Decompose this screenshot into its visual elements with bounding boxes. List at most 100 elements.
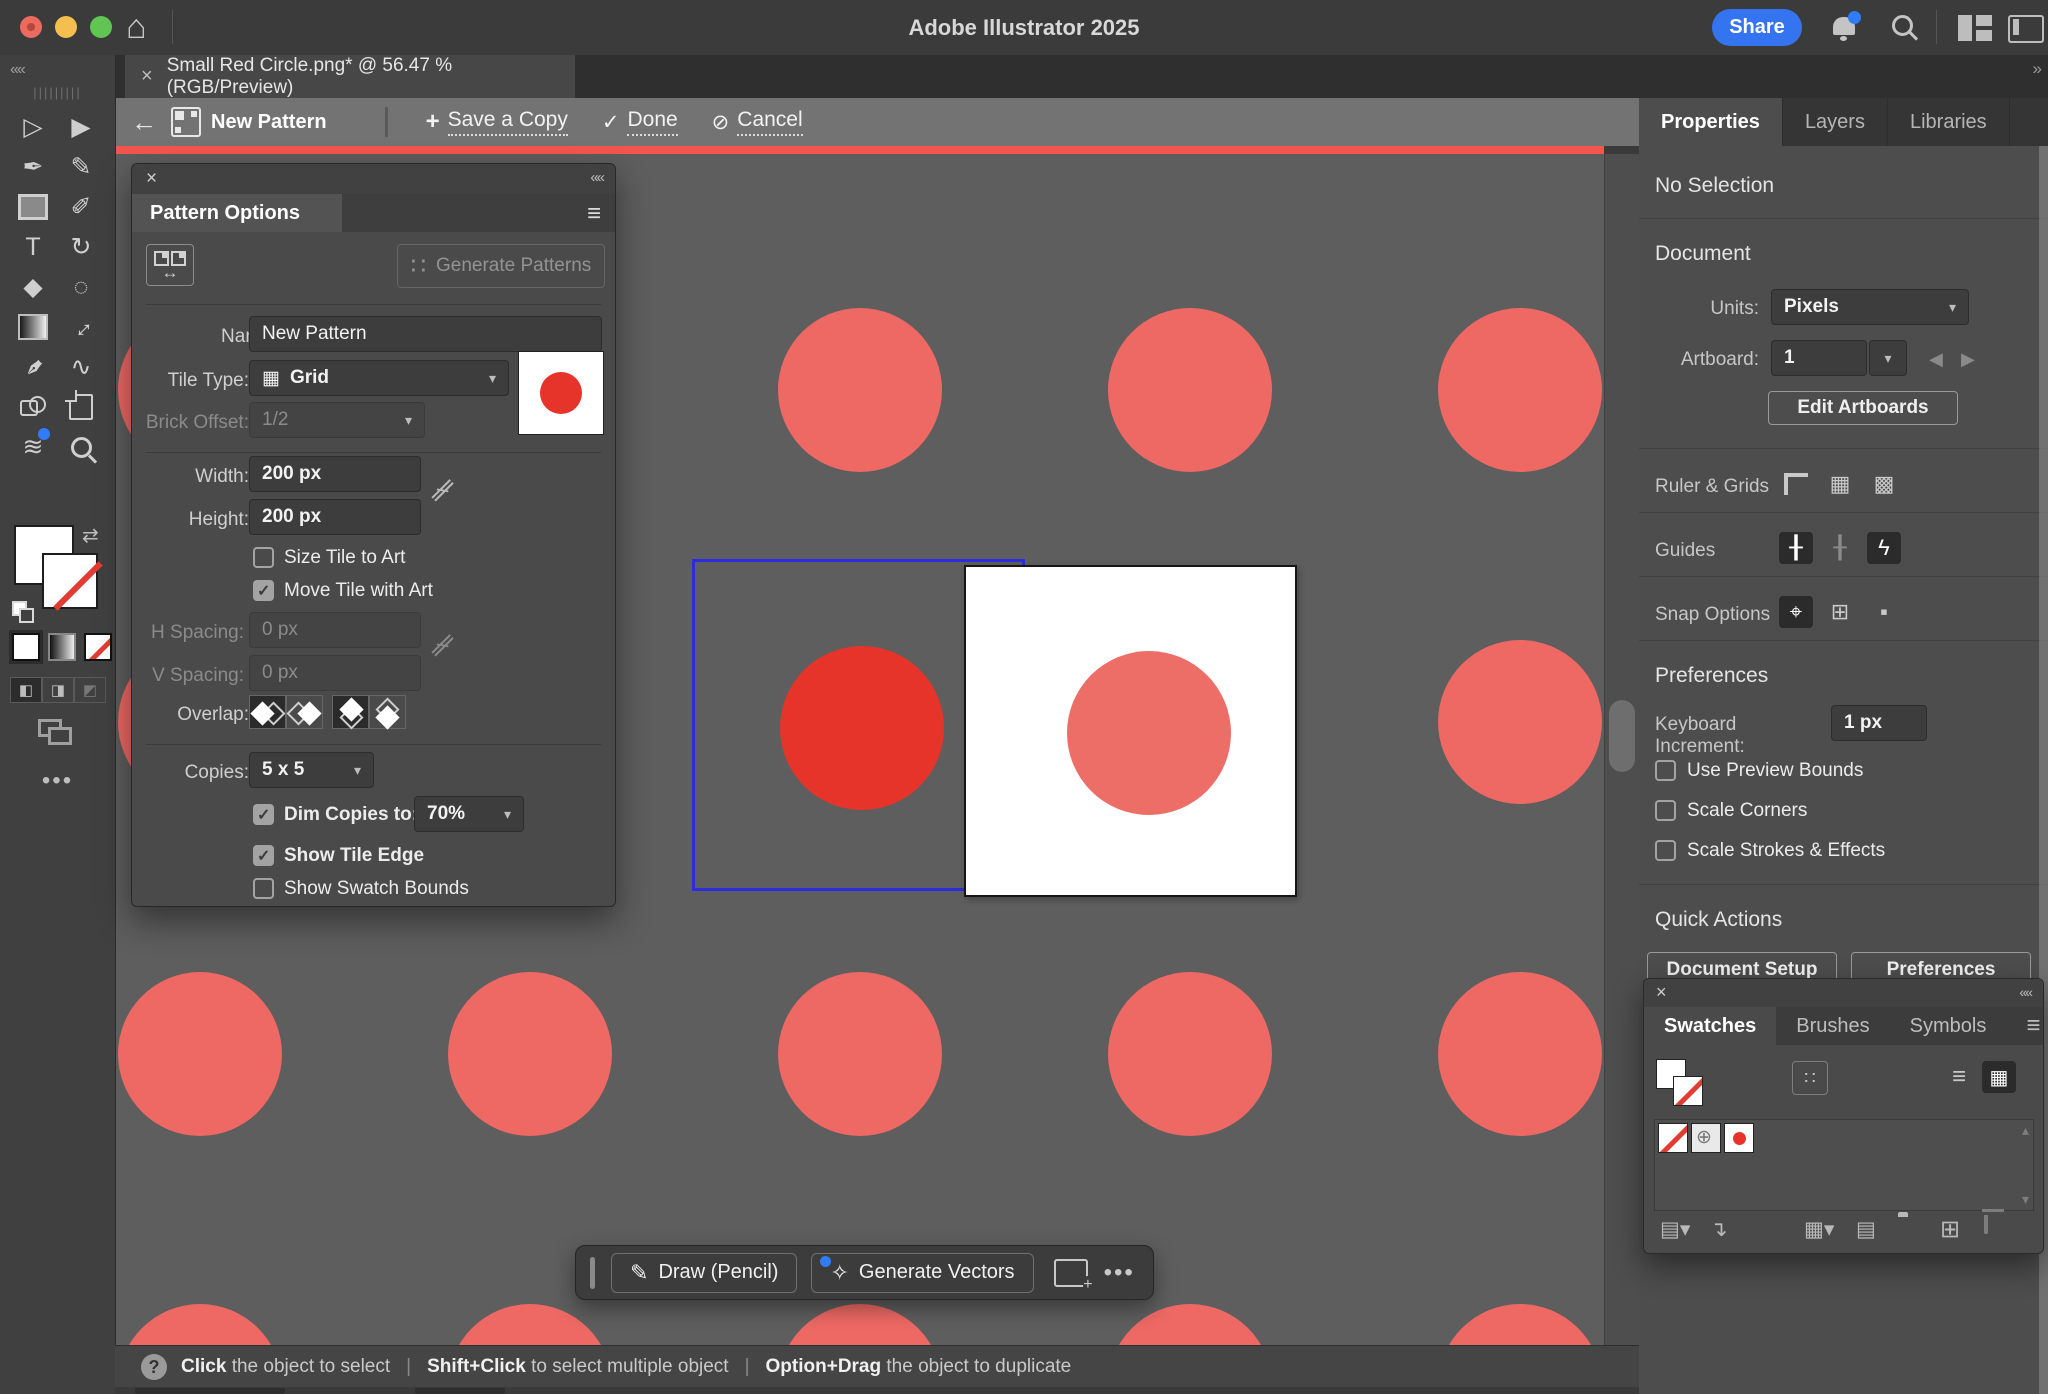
rotate-tool[interactable]: ↻ (57, 227, 105, 267)
warp-tool[interactable]: ≋ (9, 427, 57, 467)
search-icon[interactable] (1892, 15, 1913, 36)
swatch-libraries-icon[interactable]: ▤▾ (1660, 1217, 1690, 1242)
taskbar-more-icon[interactable]: ••• (1104, 1259, 1135, 1287)
vertical-scrollbar[interactable] (1604, 154, 1640, 1345)
snap-to-grid-icon[interactable]: ⊞ (1823, 596, 1857, 628)
height-input[interactable]: 200 px (249, 499, 421, 535)
add-to-library-icon[interactable]: ↴ (1710, 1217, 1728, 1242)
transparency-grid-icon[interactable]: ▩ (1867, 468, 1901, 500)
collapse-panel-icon[interactable]: «« (590, 169, 603, 186)
swap-fill-stroke-icon[interactable]: ⇄ (82, 523, 99, 548)
none-button[interactable] (84, 633, 112, 661)
curvature-tool[interactable]: ✎ (57, 147, 105, 187)
artboard-value[interactable]: 1 (1771, 340, 1867, 376)
done-button[interactable]: ✓ Done (602, 108, 678, 136)
type-tool[interactable]: T (9, 227, 57, 267)
dim-copies-select[interactable]: 70% ▾ (414, 796, 524, 832)
overlap-bottom-front-button[interactable] (368, 695, 406, 729)
overlap-top-front-button[interactable] (332, 695, 370, 729)
tab-swatches[interactable]: Swatches (1644, 1007, 1776, 1045)
size-tile-to-art-checkbox[interactable] (253, 547, 274, 568)
show-swatch-bounds-checkbox[interactable] (253, 878, 274, 899)
ruler-icon[interactable] (1779, 468, 1813, 500)
overlap-left-front-button[interactable] (249, 695, 287, 729)
draw-normal-mode-button[interactable]: ◧ (10, 677, 42, 703)
edit-artboards-button[interactable]: Edit Artboards (1768, 391, 1958, 425)
width-tool[interactable]: ↔ (57, 307, 105, 347)
puppet-warp-tool[interactable]: ∿ (57, 347, 105, 387)
overlap-right-front-button[interactable] (285, 695, 323, 729)
shape-builder-tool[interactable] (9, 387, 57, 427)
swatch-registration[interactable]: ⊕ (1691, 1123, 1721, 1153)
dock-grip[interactable]: ||||||||| (0, 85, 115, 100)
document-tab[interactable]: × Small Red Circle.png* @ 56.47 % (RGB/P… (125, 55, 575, 98)
dim-copies-checkbox[interactable] (253, 804, 274, 825)
move-tile-with-art-checkbox[interactable] (253, 580, 274, 601)
draw-behind-mode-button[interactable]: ◨ (42, 677, 74, 703)
grid-icon[interactable]: ▦ (1823, 468, 1857, 500)
snap-to-point-icon[interactable]: ⌖ (1779, 596, 1813, 628)
swatch-red-circle-pattern[interactable] (1724, 1123, 1754, 1153)
list-view-icon[interactable]: ≡ (1942, 1061, 1976, 1093)
scrollbar-thumb[interactable] (1609, 700, 1635, 772)
snap-to-pixel-icon[interactable]: ▪ (1867, 596, 1901, 628)
pattern-artwork-circle[interactable] (780, 646, 944, 810)
lasso-tool[interactable]: ◌ (57, 267, 105, 307)
keyboard-increment-input[interactable]: 1 px (1831, 705, 1927, 741)
exit-pattern-mode-icon[interactable]: ← (131, 107, 157, 138)
gradient-button[interactable] (48, 633, 76, 661)
eyedropper-tool[interactable]: ✒ (9, 347, 57, 387)
zoom-tool[interactable] (57, 427, 105, 467)
width-input[interactable]: 200 px (249, 456, 421, 492)
share-button[interactable]: Share (1712, 9, 1802, 46)
tile-type-select[interactable]: ▦ Grid ▾ (249, 360, 509, 396)
use-preview-bounds-checkbox[interactable] (1655, 760, 1676, 781)
tab-overflow-icon[interactable]: » (2033, 59, 2040, 79)
tab-properties[interactable]: Properties (1639, 98, 1783, 146)
show-swatch-kinds-icon[interactable]: ▦▾ (1804, 1217, 1834, 1242)
panel-layout-icon[interactable] (2008, 15, 2044, 43)
pen-tool[interactable]: ✒ (9, 147, 57, 187)
copies-select[interactable]: 5 x 5 ▾ (249, 752, 374, 788)
panel-menu-icon[interactable]: ≡ (2006, 1007, 2048, 1045)
draw-inside-mode-button[interactable]: ◩ (74, 677, 106, 703)
close-panel-icon[interactable]: × (1656, 982, 1667, 1003)
artboard-dropdown-button[interactable]: ▾ (1869, 340, 1907, 376)
workspace-switcher-icon[interactable] (1958, 15, 1992, 41)
direct-selection-tool[interactable]: ▶ (57, 107, 105, 147)
selection-tool[interactable]: ▷ (9, 107, 57, 147)
generate-patterns-button[interactable]: ∷ Generate Patterns (397, 244, 605, 288)
panel-menu-icon[interactable]: ≡ (587, 200, 601, 228)
reference-image-icon[interactable] (1054, 1259, 1088, 1287)
rectangle-tool[interactable] (9, 187, 57, 227)
color-button[interactable] (12, 633, 40, 661)
pattern-name-input[interactable]: New Pattern (249, 316, 602, 352)
default-fill-stroke-icon[interactable] (12, 601, 34, 623)
collapse-panel-icon[interactable]: «« (2019, 984, 2031, 1000)
taskbar-grip[interactable] (590, 1257, 595, 1289)
units-select[interactable]: Pixels ▾ (1771, 289, 1969, 325)
eraser-tool[interactable]: ◆ (9, 267, 57, 307)
source-image[interactable] (964, 565, 1297, 897)
swatch-none[interactable] (1658, 1123, 1688, 1153)
show-tile-edge-checkbox[interactable] (253, 845, 274, 866)
edit-toolbar-icon[interactable]: ••• (0, 767, 115, 795)
artboard-tool[interactable] (57, 387, 105, 427)
scale-corners-checkbox[interactable] (1655, 800, 1676, 821)
generate-vectors-button[interactable]: ✧ Generate Vectors (811, 1253, 1033, 1293)
delete-swatch-icon[interactable] (1984, 1215, 1988, 1234)
stroke-indicator-swatch[interactable] (1673, 1076, 1703, 1106)
notifications-bell-icon[interactable] (1833, 17, 1855, 35)
grid-view-icon[interactable]: ▦ (1982, 1061, 2016, 1093)
swatch-options-icon[interactable]: ▤ (1856, 1217, 1876, 1242)
save-a-copy-button[interactable]: + Save a Copy (426, 108, 568, 136)
link-dimensions-icon[interactable]: ∦ (428, 474, 459, 505)
stroke-color-swatch[interactable] (44, 555, 96, 607)
pattern-tile-tool-button[interactable]: ↔ (146, 244, 194, 286)
collapse-dock-icon[interactable]: «« (10, 61, 24, 79)
scale-strokes-checkbox[interactable] (1655, 840, 1676, 861)
paintbrush-tool[interactable]: ✐ (57, 187, 105, 227)
pattern-options-icon[interactable]: ∷ (1792, 1061, 1828, 1095)
tab-brushes[interactable]: Brushes (1776, 1007, 1889, 1045)
next-artboard-icon[interactable]: ▶ (1961, 349, 1975, 370)
